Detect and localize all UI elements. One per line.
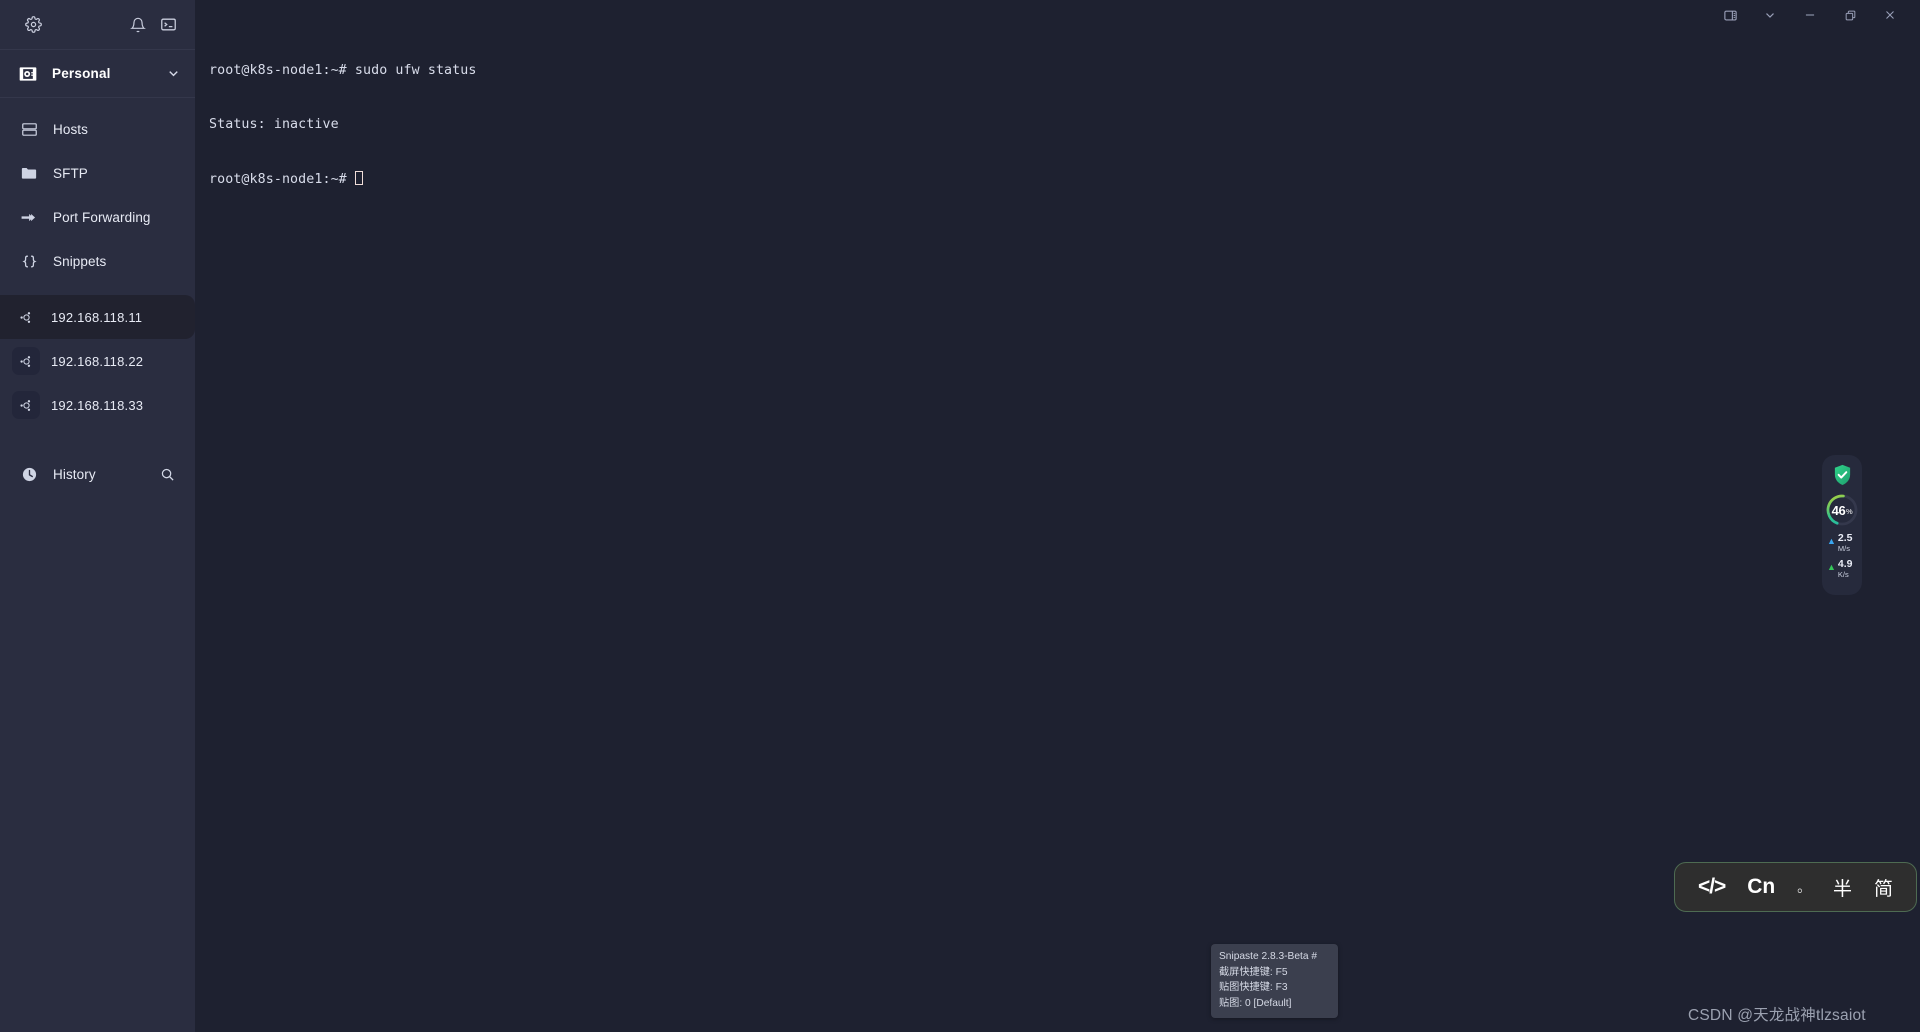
clock-icon xyxy=(19,464,39,484)
download-value: 2.5 xyxy=(1837,532,1853,544)
snipaste-paste-shortcut: 贴图快捷键: F3 xyxy=(1219,982,1288,994)
sidebar-nav: Hosts SFTP Port Forwarding Snippets xyxy=(0,98,195,283)
terminal-output[interactable]: root@k8s-node1:~# sudo ufw status Status… xyxy=(209,26,1920,1032)
upload-values: 4.9 K/s xyxy=(1837,558,1853,580)
sidebar-item-sftp[interactable]: SFTP xyxy=(0,151,195,195)
host-label: 192.168.118.22 xyxy=(51,353,144,369)
sidebar-item-history[interactable]: History xyxy=(0,452,195,496)
shield-check-icon[interactable] xyxy=(1832,464,1853,486)
download-speed: ▲ 2.5 M/s xyxy=(1822,532,1862,554)
system-monitor-widget[interactable]: 46% ▲ 2.5 M/s ▲ 4.9 K/s xyxy=(1822,455,1862,595)
ubuntu-icon xyxy=(12,391,40,419)
vault-selector[interactable]: Personal xyxy=(0,49,195,98)
snipaste-paste-count: 贴图: 0 [Default] xyxy=(1219,998,1292,1010)
sidebar: Personal Hosts SFTP Port Forwarding Snip… xyxy=(0,0,195,1032)
server-icon xyxy=(19,119,39,139)
braces-icon xyxy=(19,251,39,271)
host-item-192-168-118-33[interactable]: 192.168.118.33 xyxy=(0,383,195,427)
download-arrow-icon: ▲ xyxy=(1827,536,1836,546)
download-unit: M/s xyxy=(1837,544,1851,553)
snipaste-capture-shortcut: 截屏快捷键: F5 xyxy=(1219,966,1288,978)
vault-icon xyxy=(17,63,39,85)
upload-speed: ▲ 4.9 K/s xyxy=(1822,558,1862,580)
snipaste-tooltip: Snipaste 2.8.3-Beta # 截屏快捷键: F5 贴图快捷键: F… xyxy=(1211,944,1338,1018)
app-window: Personal Hosts SFTP Port Forwarding Snip… xyxy=(0,0,1920,1032)
sidebar-toolbar xyxy=(0,0,195,49)
chevron-down-icon[interactable] xyxy=(166,66,181,81)
arrow-forward-icon xyxy=(19,207,39,227)
terminal-icon[interactable] xyxy=(155,12,181,38)
folder-icon xyxy=(19,163,39,183)
terminal-prompt-line: root@k8s-node1:~# xyxy=(209,170,1920,189)
ime-toolbar[interactable]: </> Cn 。 半 简 xyxy=(1674,862,1917,912)
ubuntu-icon xyxy=(12,303,40,331)
vault-label: Personal xyxy=(52,66,111,81)
cpu-usage-text: 46% xyxy=(1825,493,1859,527)
cpu-usage-value: 46 xyxy=(1831,502,1846,518)
sidebar-item-hosts[interactable]: Hosts xyxy=(0,107,195,151)
gear-icon[interactable] xyxy=(20,12,46,38)
sidebar-item-port-forwarding[interactable]: Port Forwarding xyxy=(0,195,195,239)
host-item-192-168-118-11[interactable]: 192.168.118.11 xyxy=(0,295,195,339)
sidebar-item-label: Snippets xyxy=(53,253,107,269)
percent-symbol: % xyxy=(1846,507,1853,516)
sidebar-item-snippets[interactable]: Snippets xyxy=(0,239,195,283)
sidebar-item-label: History xyxy=(53,466,96,482)
cpu-usage-ring: 46% xyxy=(1825,493,1859,527)
terminal-line: root@k8s-node1:~# sudo ufw status xyxy=(209,63,477,79)
ime-language-toggle[interactable]: Cn xyxy=(1747,875,1775,899)
search-icon[interactable] xyxy=(160,467,175,482)
host-label: 192.168.118.11 xyxy=(51,309,143,325)
ime-simplified-toggle[interactable]: 简 xyxy=(1874,874,1893,901)
terminal-pane[interactable]: root@k8s-node1:~# sudo ufw status Status… xyxy=(195,0,1920,1032)
host-label: 192.168.118.33 xyxy=(51,397,144,413)
terminal-cursor xyxy=(354,170,363,185)
bell-icon[interactable] xyxy=(125,12,151,38)
ime-punctuation-toggle[interactable]: 。 xyxy=(1797,877,1811,897)
ime-code-mode[interactable]: </> xyxy=(1698,875,1726,899)
terminal-prompt: root@k8s-node1:~# xyxy=(209,171,355,187)
host-item-192-168-118-22[interactable]: 192.168.118.22 xyxy=(0,339,195,383)
terminal-line: Status: inactive xyxy=(209,117,339,133)
watermark: CSDN @天龙战神tlzsaiot xyxy=(1688,1007,1866,1024)
ubuntu-icon xyxy=(12,347,40,375)
upload-arrow-icon: ▲ xyxy=(1827,562,1836,572)
sidebar-item-label: Hosts xyxy=(53,121,89,137)
upload-unit: K/s xyxy=(1837,570,1849,579)
sidebar-item-label: Port Forwarding xyxy=(53,209,151,225)
upload-value: 4.9 xyxy=(1837,558,1853,570)
download-values: 2.5 M/s xyxy=(1837,532,1853,554)
ime-width-toggle[interactable]: 半 xyxy=(1833,874,1852,901)
snipaste-version: Snipaste 2.8.3-Beta # xyxy=(1219,951,1317,962)
host-list: 192.168.118.11 192.168.118.22 192.168.11… xyxy=(0,295,195,427)
sidebar-item-label: SFTP xyxy=(53,165,88,181)
